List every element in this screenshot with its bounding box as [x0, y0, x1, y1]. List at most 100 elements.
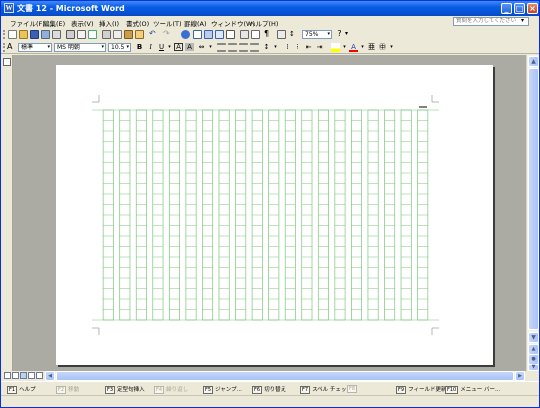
drawing-icon[interactable]	[240, 30, 249, 39]
permission-icon[interactable]	[41, 30, 50, 39]
help-icon[interactable]: ?	[335, 30, 344, 39]
document-page[interactable]	[56, 65, 493, 365]
char-scale-icon[interactable]: ⇔	[197, 43, 206, 52]
fkey-f5[interactable]: F5 ジャンプ...	[203, 385, 242, 394]
reading-layout-view-icon[interactable]	[36, 372, 43, 379]
decrease-indent-icon[interactable]: ⇤	[304, 43, 313, 52]
open-folder-icon[interactable]	[19, 30, 28, 39]
mail-icon[interactable]	[52, 30, 61, 39]
manuscript-column	[218, 109, 230, 321]
font-size-select[interactable]: 10.5 ▾	[108, 43, 131, 52]
scroll-up-button[interactable]: ▲	[528, 56, 539, 67]
scroll-thumb[interactable]	[528, 68, 539, 330]
font-select[interactable]: MS 明朝 ▾	[54, 43, 106, 52]
toolbar-options-icon[interactable]: ▾	[345, 30, 354, 39]
reading-layout-icon[interactable]	[277, 30, 286, 39]
help-search-input[interactable]: 質問を入力してください	[453, 17, 529, 26]
save-icon[interactable]	[30, 30, 39, 39]
tables-borders-icon[interactable]	[193, 30, 202, 39]
scroll-down-button[interactable]: ▼	[528, 332, 539, 343]
horizontal-scroll-thumb[interactable]	[56, 371, 514, 381]
char-shading-button[interactable]: A	[185, 43, 194, 51]
help-search-dropdown-icon[interactable]: ▾	[521, 17, 524, 24]
menu-help[interactable]: ヘルプ(H)	[249, 18, 278, 28]
paste-icon[interactable]	[124, 30, 133, 39]
underline-dropdown-icon[interactable]: ▾	[165, 43, 174, 52]
scroll-left-button[interactable]: ◀	[45, 371, 55, 381]
chevron-down-icon: ▾	[327, 31, 330, 37]
fkey-f2[interactable]: F2 移動	[56, 385, 79, 394]
copy-icon[interactable]	[113, 30, 122, 39]
line-spacing-dropdown-icon[interactable]: ▾	[271, 43, 280, 52]
enclose-chars-icon[interactable]: ㊥	[378, 43, 387, 52]
menu-file[interactable]: ファイル(F)	[10, 18, 45, 28]
menu-tools[interactable]: ツール(T)	[153, 18, 182, 28]
font-color-icon[interactable]: A	[349, 43, 358, 52]
vertical-text-icon[interactable]: ↕	[289, 30, 298, 39]
scroll-right-button[interactable]: ▶	[515, 371, 525, 381]
char-scale-dropdown-icon[interactable]: ▾	[206, 43, 215, 52]
phonetic-guide-icon[interactable]: 亜	[367, 43, 376, 52]
maximize-button[interactable]: □	[514, 3, 525, 14]
menu-table[interactable]: 罫線(A)	[184, 18, 207, 28]
redo-icon[interactable]: ↷	[163, 30, 172, 39]
title-bar[interactable]: W 文書 12 - Microsoft Word _ □ ×	[1, 1, 539, 16]
highlight-dropdown-icon[interactable]: ▾	[340, 43, 349, 52]
distributed-icon[interactable]	[250, 43, 259, 52]
fkey-f4[interactable]: F4 繰り返し	[154, 385, 188, 394]
menu-edit[interactable]: 編集(E)	[43, 18, 65, 28]
show-hide-icon[interactable]: ¶	[262, 30, 271, 39]
line-spacing-icon[interactable]: ↕	[262, 43, 271, 52]
char-border-button[interactable]: A	[174, 43, 183, 51]
normal-view-icon[interactable]	[4, 372, 11, 379]
cut-icon[interactable]	[102, 30, 111, 39]
fkey-f10[interactable]: F10 メニュー バー...	[445, 385, 500, 394]
spelling-icon[interactable]	[88, 30, 97, 39]
numbering-icon[interactable]: ⁞	[283, 43, 292, 52]
document-area[interactable]	[13, 55, 526, 371]
font-color-dropdown-icon[interactable]: ▾	[358, 43, 367, 52]
outline-view-icon[interactable]	[28, 372, 35, 379]
undo-icon[interactable]: ↶	[149, 30, 158, 39]
minimize-button[interactable]: _	[501, 3, 512, 14]
fkey-f8[interactable]: F8	[347, 385, 359, 393]
horizontal-scrollbar[interactable]: ◀ ▶	[45, 371, 525, 381]
web-layout-icon[interactable]	[12, 372, 19, 379]
menu-format[interactable]: 書式(O)	[126, 18, 149, 28]
zoom-select[interactable]: 75% ▾	[302, 30, 332, 39]
insert-excel-icon[interactable]	[215, 30, 224, 39]
columns-icon[interactable]	[226, 30, 235, 39]
next-page-button[interactable]: ▼	[528, 364, 539, 371]
style-select[interactable]: 標準 ▾	[18, 43, 52, 52]
menu-insert[interactable]: 挿入(I)	[99, 18, 119, 28]
fkey-f9[interactable]: F9 フィールド更新	[396, 385, 446, 394]
align-justify-icon[interactable]	[217, 43, 226, 52]
toolbar-options-icon[interactable]: ▾	[387, 43, 396, 52]
toolbar-grip[interactable]	[3, 30, 5, 39]
align-right-icon[interactable]	[239, 43, 248, 52]
fkey-f6[interactable]: F6 切り替え	[252, 385, 286, 394]
bold-button[interactable]: B	[135, 43, 144, 52]
highlight-icon[interactable]	[331, 43, 340, 52]
bullets-icon[interactable]: ⁝	[293, 43, 302, 52]
print-layout-icon[interactable]	[20, 372, 27, 379]
styles-pane-icon[interactable]: A	[7, 43, 16, 52]
close-button[interactable]: ×	[527, 3, 538, 14]
ruler-tab-icon[interactable]	[3, 58, 11, 66]
print-icon[interactable]	[66, 30, 75, 39]
increase-indent-icon[interactable]: ⇥	[315, 43, 324, 52]
vertical-scrollbar[interactable]: ▲ ▼ ▲ ● ▼	[526, 55, 539, 371]
align-center-icon[interactable]	[228, 43, 237, 52]
new-document-icon[interactable]	[8, 30, 17, 39]
print-preview-icon[interactable]	[77, 30, 86, 39]
fkey-f3[interactable]: F3 定型句挿入	[105, 385, 145, 394]
hyperlink-icon[interactable]	[181, 30, 190, 39]
italic-button[interactable]: I	[146, 43, 155, 52]
fkey-f1[interactable]: F1 ヘルプ	[7, 385, 36, 394]
insert-table-icon[interactable]	[204, 30, 213, 39]
format-painter-icon[interactable]	[135, 30, 144, 39]
toolbar-grip[interactable]	[3, 43, 5, 52]
word-app-icon[interactable]: W	[4, 3, 14, 13]
menu-view[interactable]: 表示(V)	[71, 18, 94, 28]
document-map-icon[interactable]	[251, 30, 260, 39]
